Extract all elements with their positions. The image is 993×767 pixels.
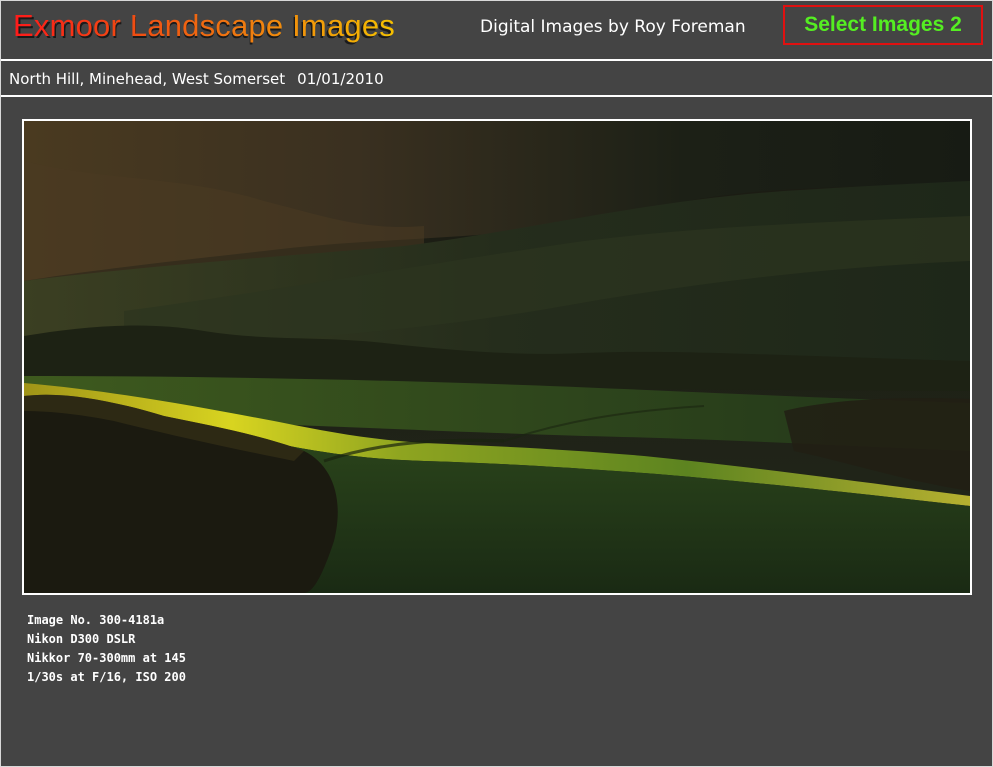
header: Exmoor Landscape Images Exmoor Landscape… xyxy=(1,1,992,58)
select-images-button[interactable]: Select Images 2 xyxy=(783,5,983,45)
image-details: Image No. 300-4181a Nikon D300 DSLR Nikk… xyxy=(27,611,186,687)
divider-top xyxy=(1,59,992,61)
site-subtitle: Digital Images by Roy Foreman xyxy=(480,17,746,37)
landscape-photo-graphic xyxy=(24,121,970,593)
image-number: Image No. 300-4181a xyxy=(27,613,165,627)
lens-info: Nikkor 70-300mm at 145 xyxy=(27,651,186,665)
exposure-info: 1/30s at F/16, ISO 200 xyxy=(27,670,186,684)
page: Exmoor Landscape Images Exmoor Landscape… xyxy=(0,0,993,767)
divider-bottom xyxy=(1,95,992,97)
photo-date: 01/01/2010 xyxy=(297,70,384,88)
landscape-photo[interactable] xyxy=(22,119,972,595)
site-title[interactable]: Exmoor Landscape Images xyxy=(13,8,395,44)
location-bar: North Hill, Minehead, West Somerset 01/01… xyxy=(9,70,384,88)
location-text: North Hill, Minehead, West Somerset xyxy=(9,70,286,88)
camera-model: Nikon D300 DSLR xyxy=(27,632,136,646)
